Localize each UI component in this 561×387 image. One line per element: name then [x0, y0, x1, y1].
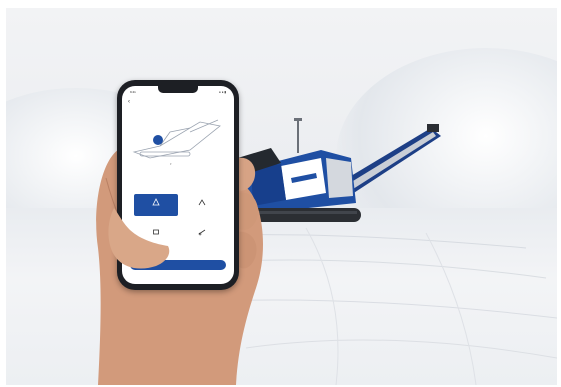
- thumb: [108, 208, 170, 269]
- photo-frame: 9:41 ● ● ▮ ‹ ▾: [6, 8, 557, 385]
